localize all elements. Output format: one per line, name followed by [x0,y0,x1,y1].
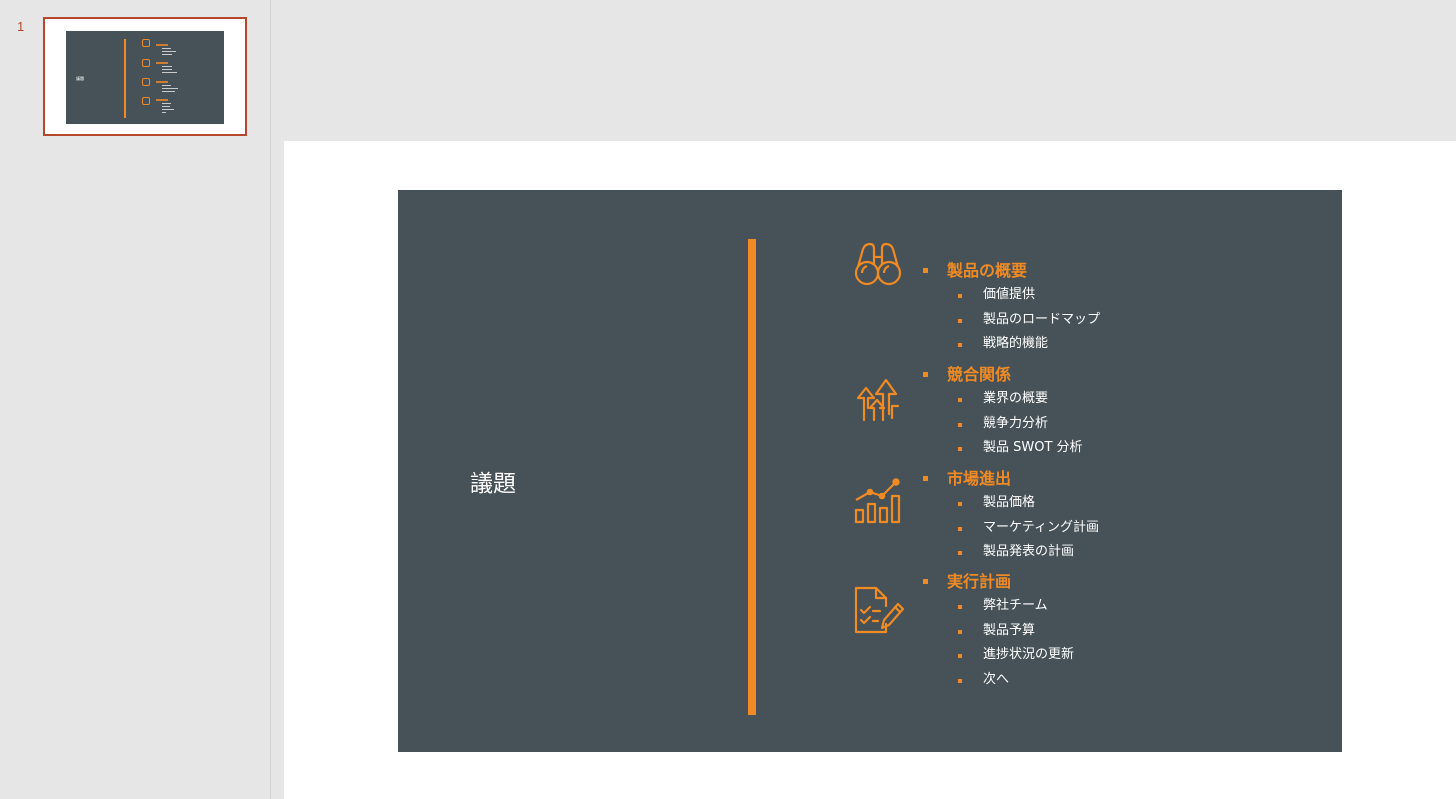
slide[interactable]: 議題 製品の概要 価値提供 製品のロードマップ 戦略的機能 競合関係 業界の概要… [398,190,1342,752]
list-item: 製品発表の計画 [920,540,1099,565]
list-item: 競争力分析 [920,412,1083,437]
thumbnail-line [162,85,171,86]
list-item: 業界の概要 [920,387,1083,412]
thumbnail-line [162,91,175,92]
thumbnail-divider [124,39,126,118]
section-competition[interactable]: 競合関係 業界の概要 競争力分析 製品 SWOT 分析 [920,363,1083,461]
section-heading: 実行計画 [920,570,1074,594]
thumbnail-line [162,72,177,73]
thumbnail-line [162,88,178,89]
thumbnail-preview: 議題 [66,31,224,124]
list-item: 進捗状況の更新 [920,643,1074,668]
slide-thumbnail-panel: 1 議題 [0,0,271,799]
thumbnail-checklist-pencil-icon [142,97,150,105]
thumbnail-line [162,109,174,110]
thumbnail-line [162,54,172,55]
editor-canvas-background [271,0,1456,141]
list-item: 次へ [920,668,1074,693]
list-item: 弊社チーム [920,594,1074,619]
list-item: 製品予算 [920,619,1074,644]
section-product-overview[interactable]: 製品の概要 価値提供 製品のロードマップ 戦略的機能 [920,259,1100,357]
thumbnail-line [156,62,168,64]
thumbnail-bar-chart-trend-icon [142,78,150,86]
list-item: 戦略的機能 [920,332,1100,357]
slide-number: 1 [17,19,25,34]
thumbnail-line [156,44,168,46]
section-execution-plan[interactable]: 実行計画 弊社チーム 製品予算 進捗状況の更新 次へ [920,570,1074,692]
list-item: 製品価格 [920,491,1099,516]
thumbnail-title: 議題 [76,76,84,81]
list-item: 製品のロードマップ [920,308,1100,333]
list-item: 製品 SWOT 分析 [920,436,1083,461]
divider-bar[interactable] [748,239,756,715]
thumbnail-line [162,51,176,52]
slide-title[interactable]: 議題 [470,464,516,498]
list-item: 価値提供 [920,283,1100,308]
thumbnail-line [162,66,172,67]
section-market-entry[interactable]: 市場進出 製品価格 マーケティング計画 製品発表の計画 [920,467,1099,565]
bar-chart-trend-icon[interactable] [850,470,906,526]
checklist-pencil-icon[interactable] [850,580,906,636]
section-heading: 競合関係 [920,363,1083,387]
thumbnail-line [162,112,166,113]
growth-arrows-icon[interactable] [850,368,906,424]
thumbnail-line [162,48,171,49]
section-heading: 市場進出 [920,467,1099,491]
thumbnail-growth-arrows-icon [142,59,150,67]
thumbnail-line [156,81,168,83]
binoculars-icon[interactable] [850,235,906,291]
slide-thumbnail-1[interactable]: 議題 [43,17,247,136]
section-heading: 製品の概要 [920,259,1100,283]
thumbnail-line [162,103,171,104]
thumbnail-line [162,69,172,70]
list-item: マーケティング計画 [920,516,1099,541]
thumbnail-line [156,99,168,101]
thumbnail-binoculars-icon [142,39,150,47]
thumbnail-line [162,106,170,107]
